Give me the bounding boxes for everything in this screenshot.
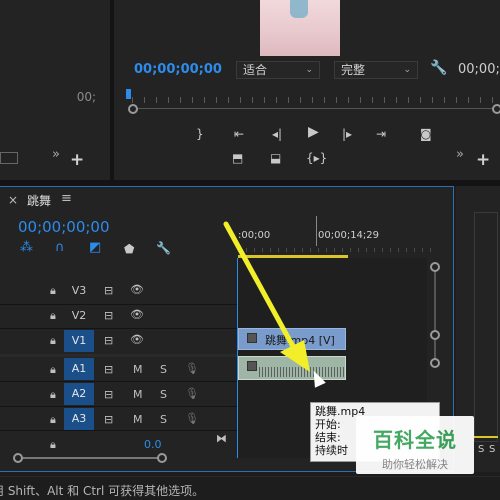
status-text: 用 Shift、Alt 和 Ctrl 可获得其他选项。 [0, 484, 205, 498]
status-bar: 用 Shift、Alt 和 Ctrl 可获得其他选项。 [0, 476, 500, 500]
annotation-arrow [223, 221, 310, 372]
